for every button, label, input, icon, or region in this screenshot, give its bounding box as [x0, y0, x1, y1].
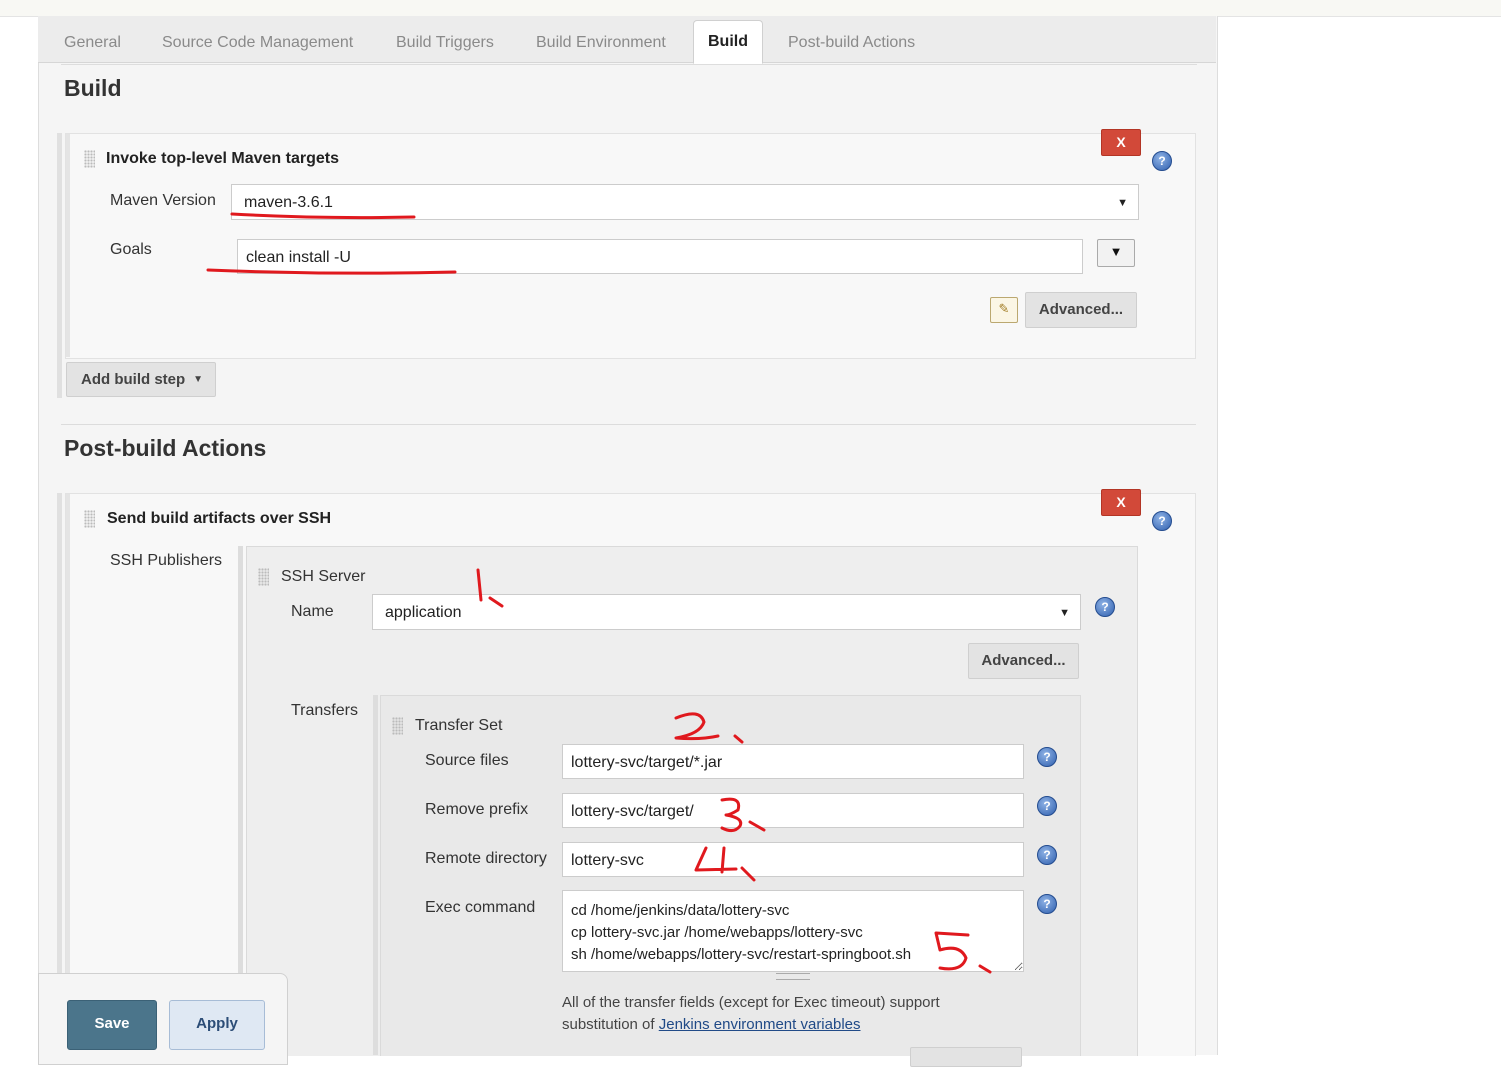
add-build-step-button[interactable]: Add build step ▼ [66, 362, 216, 397]
question-mark-circle-icon[interactable]: ? [1152, 511, 1172, 531]
resize-handle-icon[interactable] [776, 973, 810, 980]
transfers-label: Transfers [291, 702, 358, 719]
maven-step-title: Invoke top-level Maven targets [106, 150, 339, 167]
config-tabs: General Source Code Management Build Tri… [38, 16, 1216, 64]
ssh-step-inner-bar [66, 494, 70, 1055]
question-mark-circle-icon[interactable]: ? [1037, 796, 1057, 816]
question-mark-circle-icon[interactable]: ? [1095, 597, 1115, 617]
drag-handle-icon[interactable] [84, 150, 95, 168]
remote-directory-label: Remote directory [425, 850, 547, 867]
build-step-bar [57, 133, 62, 398]
maven-version-label: Maven Version [110, 192, 216, 209]
maven-advanced-button[interactable]: Advanced... [1025, 292, 1137, 328]
transfer-set-title: Transfer Set [415, 717, 503, 734]
maven-version-select[interactable]: maven-3.6.1 ▼ [231, 184, 1139, 220]
chevron-down-icon: ▼ [193, 374, 203, 385]
tab-source-code-management[interactable]: Source Code Management [162, 34, 353, 52]
top-strip [0, 0, 1501, 17]
tab-build[interactable]: Build [693, 20, 763, 64]
server-name-select[interactable]: application ▼ [372, 594, 1081, 630]
question-mark-circle-icon[interactable]: ? [1037, 894, 1057, 914]
exec-command-textarea[interactable] [562, 890, 1024, 972]
drag-handle-icon[interactable] [392, 717, 403, 735]
ssh-server-title: SSH Server [281, 568, 366, 585]
expand-goals-button[interactable]: ▼ [1097, 239, 1135, 267]
drag-handle-icon[interactable] [84, 510, 95, 528]
transfer-note: All of the transfer fields (except for E… [562, 992, 1002, 1036]
jenkins-env-vars-link[interactable]: Jenkins environment variables [659, 1016, 861, 1033]
select-arrow-icon: ▼ [1059, 607, 1070, 619]
remove-prefix-input[interactable]: lottery-svc/target/ [562, 793, 1024, 828]
tab-build-environment[interactable]: Build Environment [536, 34, 666, 52]
goals-input[interactable]: clean install -U [237, 239, 1083, 274]
section-divider [61, 424, 1196, 425]
tab-post-build-actions[interactable]: Post-build Actions [788, 34, 915, 52]
add-build-step-label: Add build step [81, 371, 186, 388]
save-button[interactable]: Save [67, 1000, 157, 1050]
select-arrow-icon: ▼ [1117, 197, 1128, 209]
build-section-title: Build [64, 75, 122, 101]
tab-divider [61, 64, 1197, 65]
exec-command-label: Exec command [425, 899, 536, 916]
post-build-step-bar [57, 493, 62, 1055]
drag-handle-icon[interactable] [258, 568, 269, 586]
transfer-set-button[interactable] [910, 1047, 1022, 1067]
remove-prefix-label: Remove prefix [425, 801, 529, 818]
server-name-value: application [385, 604, 462, 621]
ssh-step-title: Send build artifacts over SSH [107, 510, 332, 527]
tab-general[interactable]: General [64, 34, 121, 52]
server-advanced-button[interactable]: Advanced... [968, 643, 1079, 679]
source-files-input[interactable]: lottery-svc/target/*.jar [562, 744, 1024, 779]
ssh-publishers-label: SSH Publishers [110, 552, 223, 569]
server-name-label: Name [291, 603, 334, 620]
question-mark-circle-icon[interactable]: ? [1037, 747, 1057, 767]
goals-label: Goals [110, 241, 152, 258]
transfer-bar [373, 695, 378, 1055]
remove-ssh-step-button[interactable]: X [1101, 489, 1141, 516]
question-mark-circle-icon[interactable]: ? [1152, 151, 1172, 171]
maven-step-inner-bar [66, 134, 70, 357]
tab-build-triggers[interactable]: Build Triggers [396, 34, 494, 52]
remove-maven-step-button[interactable]: X [1101, 129, 1141, 156]
notepad-icon: ✎ [990, 297, 1018, 323]
question-mark-circle-icon[interactable]: ? [1037, 845, 1057, 865]
source-files-label: Source files [425, 752, 509, 769]
apply-button[interactable]: Apply [169, 1000, 265, 1050]
post-build-section-title: Post-build Actions [64, 435, 267, 461]
maven-version-value: maven-3.6.1 [244, 194, 333, 211]
remote-directory-input[interactable]: lottery-svc [562, 842, 1024, 877]
